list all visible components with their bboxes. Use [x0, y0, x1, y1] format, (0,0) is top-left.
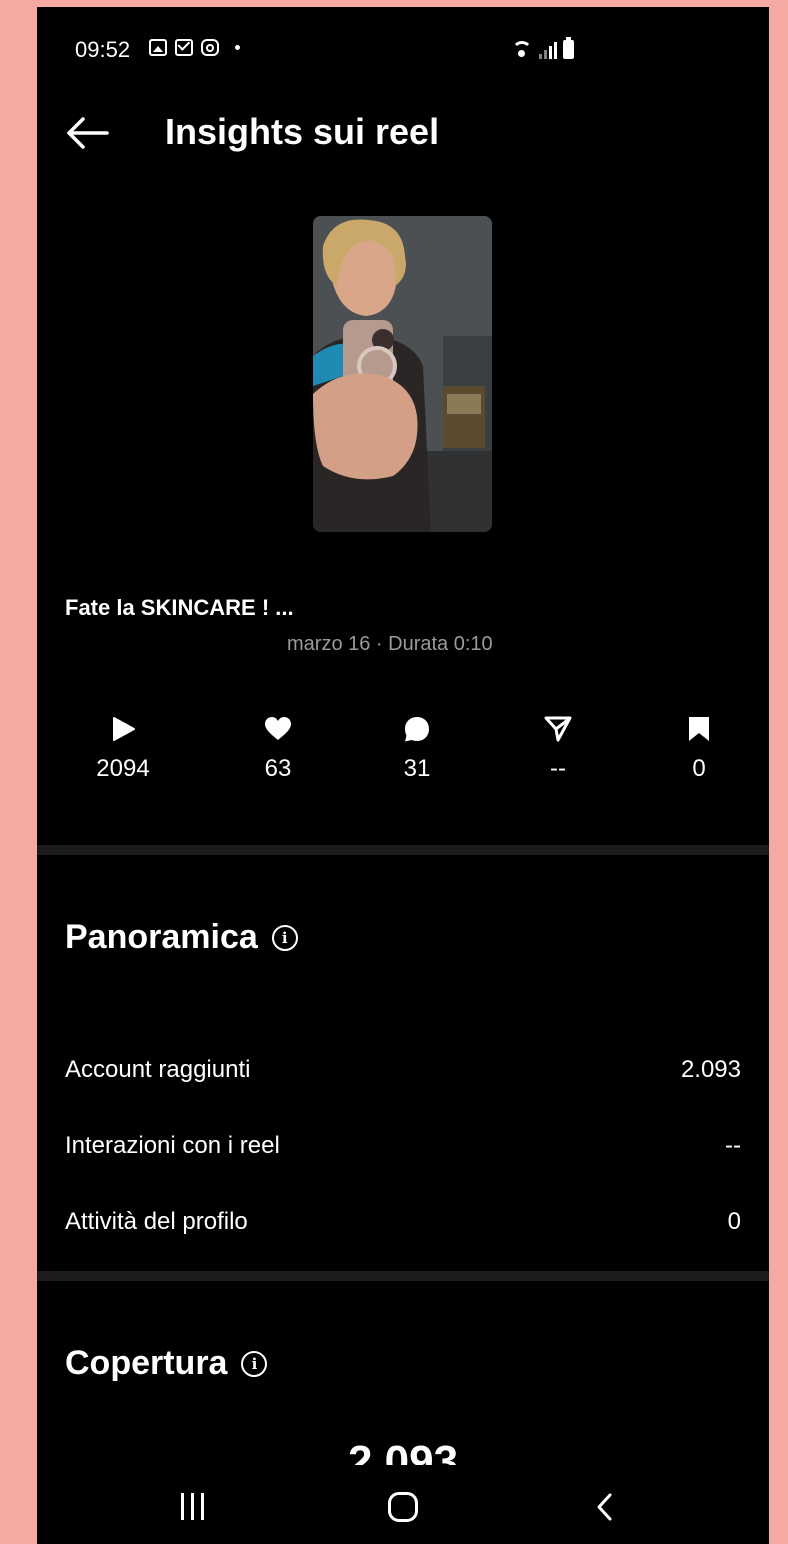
mail-icon	[175, 39, 193, 56]
row-value: --	[725, 1132, 741, 1159]
back-button[interactable]	[595, 1492, 615, 1522]
stat-value: 31	[403, 755, 431, 782]
system-navigation-bar	[37, 1467, 769, 1544]
bookmark-icon	[689, 717, 709, 741]
share-icon	[544, 716, 572, 742]
play-icon	[113, 717, 135, 741]
app-header: Insights sui reel	[37, 97, 769, 167]
reel-thumbnail-image	[313, 216, 492, 532]
row-label: Interazioni con i reel	[65, 1132, 280, 1159]
stat-value: 63	[264, 755, 292, 782]
stat-plays: 2094	[63, 715, 183, 783]
battery-icon	[563, 37, 574, 59]
reel-thumbnail[interactable]	[313, 216, 492, 532]
status-time: 09:52	[75, 37, 131, 62]
reel-caption: Fate la SKINCARE ! ...	[65, 595, 294, 620]
comment-icon	[405, 717, 429, 742]
reel-meta: marzo 16 · Durata 0:10	[287, 633, 493, 655]
instagram-icon	[201, 39, 219, 56]
section-divider	[37, 845, 769, 855]
reel-stats: 2094 63 31 -- 0	[37, 715, 769, 805]
status-notification-icons	[149, 39, 240, 56]
phone-screen: 09:52 Insights sui reel Fate la SKINCARE…	[37, 7, 769, 1544]
recents-button[interactable]	[181, 1493, 204, 1520]
signal-icon	[539, 41, 557, 59]
row-label: Attività del profilo	[65, 1208, 248, 1235]
coverage-title-text: Copertura	[65, 1344, 228, 1382]
row-value: 0	[727, 1208, 741, 1235]
coverage-title: Copertura i	[65, 1344, 268, 1383]
overview-title: Panoramica i	[65, 918, 298, 957]
status-system-icons	[511, 37, 574, 59]
heart-icon	[265, 717, 291, 740]
stat-value: 2094	[96, 755, 150, 782]
notification-dot	[235, 45, 240, 50]
wifi-icon	[511, 37, 533, 59]
section-divider	[37, 1271, 769, 1281]
home-button[interactable]	[388, 1492, 418, 1522]
stat-saves: 0	[639, 715, 759, 783]
stat-value: --	[550, 755, 566, 782]
info-icon[interactable]: i	[241, 1350, 268, 1377]
row-label: Account raggiunti	[65, 1056, 251, 1083]
stat-value: 0	[692, 755, 706, 782]
coverage-value: 2.093	[347, 1437, 459, 1465]
info-icon[interactable]: i	[271, 924, 298, 951]
stat-shares: --	[498, 715, 618, 783]
status-bar: 09:52	[37, 7, 769, 91]
row-value: 2.093	[680, 1056, 741, 1083]
back-arrow-icon[interactable]	[65, 115, 109, 151]
page-title: Insights sui reel	[165, 111, 440, 152]
gallery-icon	[149, 39, 167, 56]
stat-comments: 31	[357, 715, 477, 783]
overview-title-text: Panoramica	[65, 918, 258, 956]
stat-likes: 63	[218, 715, 338, 783]
